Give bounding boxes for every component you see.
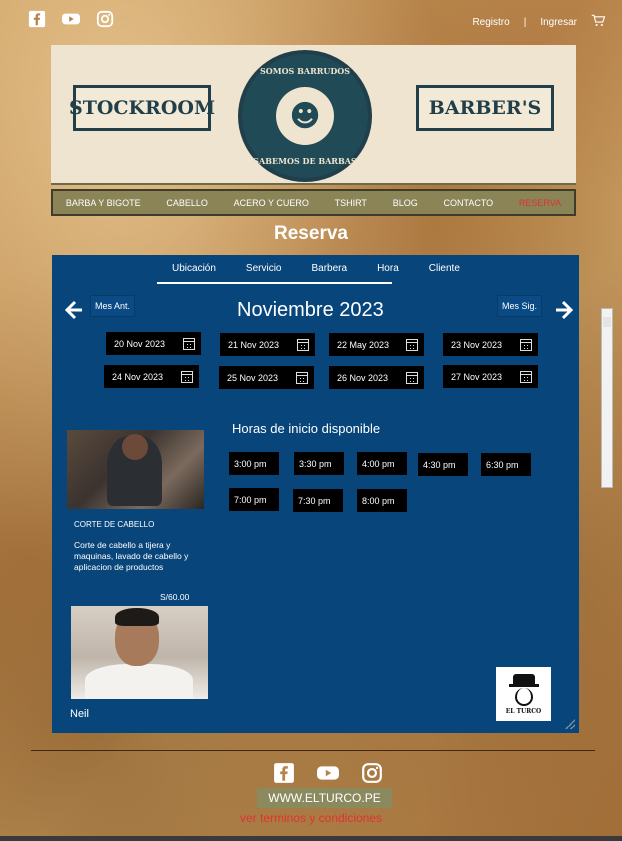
logo-text: EL TURCO [505, 707, 542, 715]
time-slot[interactable]: 4:30 pm [418, 453, 468, 476]
social-links-top [28, 10, 114, 28]
date-option[interactable]: 26 Nov 2023 [329, 366, 424, 389]
arrow-left-icon[interactable] [62, 299, 84, 321]
barber-figure-body [85, 664, 193, 699]
youtube-icon[interactable] [62, 10, 80, 28]
date-label: 20 Nov 2023 [114, 338, 166, 349]
arrow-right-icon[interactable] [554, 299, 576, 321]
service-price: S/60.00 [160, 592, 190, 602]
nav-item-blog[interactable]: BLOG [393, 198, 418, 208]
bearded-man-icon: ☻ [276, 87, 334, 145]
cart-icon[interactable] [591, 13, 606, 31]
page-title: Reserva [274, 223, 348, 244]
hat-icon [512, 673, 535, 684]
site-url-link[interactable]: WWW.ELTURCO.PE [257, 788, 392, 808]
scrollbar[interactable] [601, 308, 613, 488]
main-nav: BARBA Y BIGOTE CABELLO ACERO Y CUERO TSH… [51, 189, 576, 216]
month-title: Noviembre 2023 [237, 299, 384, 321]
date-label: 24 Nov 2023 [112, 371, 164, 382]
date-label: 27 Nov 2023 [451, 371, 503, 382]
time-slot[interactable]: 7:00 pm [229, 488, 279, 511]
barber-badge-logo: SOMOS BARRUDOS ☻ SABEMOS DE BARBAS [238, 50, 372, 182]
date-option[interactable]: 22 May 2023 [329, 333, 424, 356]
el-turco-logo: EL TURCO [496, 667, 551, 721]
auth-links: Registro | Ingresar [472, 13, 606, 31]
hat-brim-icon [508, 683, 539, 687]
calendar-icon [297, 338, 309, 351]
instagram-icon[interactable] [361, 762, 383, 784]
login-link[interactable]: Ingresar [540, 17, 577, 28]
youtube-icon[interactable] [317, 762, 339, 784]
calendar-icon [406, 371, 418, 384]
time-slot[interactable]: 8:00 pm [357, 489, 407, 512]
time-slot[interactable]: 3:00 pm [229, 452, 279, 475]
service-description: Corte de cabello a tijera y maquinas, la… [74, 540, 189, 572]
calendar-icon [183, 337, 195, 350]
bottom-edge-bar [0, 836, 622, 841]
service-name: CORTE DE CABELLO [74, 520, 155, 529]
prev-month-button[interactable]: Mes Ant. [90, 295, 136, 317]
nav-item-barba[interactable]: BARBA Y BIGOTE [66, 198, 141, 208]
scrollbar-thumb[interactable] [603, 317, 611, 327]
date-option[interactable]: 27 Nov 2023 [443, 365, 538, 388]
barber-name: Neil [70, 708, 89, 720]
nav-item-contacto[interactable]: CONTACTO [443, 198, 493, 208]
register-link[interactable]: Registro [472, 17, 509, 28]
barber-figure-hair [115, 608, 159, 626]
date-option[interactable]: 20 Nov 2023 [106, 332, 201, 355]
booking-steps: Ubicación Servicio Barbera Hora Cliente [157, 263, 475, 274]
date-option[interactable]: 25 Nov 2023 [219, 366, 314, 389]
booking-panel: Ubicación Servicio Barbera Hora Cliente … [52, 255, 579, 733]
date-label: 23 Nov 2023 [451, 339, 503, 350]
face-icon [514, 687, 533, 706]
date-label: 21 Nov 2023 [228, 339, 280, 350]
facebook-icon[interactable] [28, 10, 46, 28]
nav-item-cabello[interactable]: CABELLO [166, 198, 208, 208]
date-option[interactable]: 23 Nov 2023 [443, 333, 538, 356]
step-ubicacion[interactable]: Ubicación [157, 263, 231, 274]
badge-bottom-text: SABEMOS DE BARBAS [253, 156, 357, 166]
date-option[interactable]: 24 Nov 2023 [104, 365, 199, 388]
nav-item-acero[interactable]: ACERO Y CUERO [234, 198, 309, 208]
time-slot[interactable]: 6:30 pm [481, 453, 531, 476]
service-figure-head [122, 434, 148, 460]
resize-handle-icon[interactable] [565, 719, 575, 729]
footer-divider [31, 750, 595, 751]
nav-item-tshirt[interactable]: TSHIRT [335, 198, 367, 208]
banner-ribbon-right: BARBER'S [416, 85, 554, 131]
barber-photo[interactable] [71, 606, 208, 699]
instagram-icon[interactable] [96, 10, 114, 28]
badge-top-text: SOMOS BARRUDOS [259, 66, 351, 76]
calendar-icon [296, 371, 308, 384]
service-photo[interactable] [67, 430, 204, 509]
step-cliente[interactable]: Cliente [414, 263, 475, 274]
step-barbera[interactable]: Barbera [297, 263, 363, 274]
hours-title: Horas de inicio disponible [232, 421, 381, 436]
terms-link[interactable]: ver terminos y condiciones [0, 811, 622, 825]
date-option[interactable]: 21 Nov 2023 [220, 333, 315, 356]
calendar-icon [181, 370, 193, 383]
facebook-icon[interactable] [273, 762, 295, 784]
step-hora[interactable]: Hora [362, 263, 414, 274]
date-label: 26 Nov 2023 [337, 372, 389, 383]
time-slot[interactable]: 3:30 pm [294, 452, 344, 475]
social-links-footer [273, 762, 383, 784]
calendar-icon [520, 338, 532, 351]
time-slot[interactable]: 7:30 pm [293, 489, 343, 512]
header-banner: STOCKROOM SOMOS BARRUDOS ☻ SABEMOS DE BA… [51, 45, 576, 185]
calendar-icon [520, 370, 532, 383]
calendar-icon [406, 338, 418, 351]
banner-ribbon-left: STOCKROOM [69, 85, 215, 131]
step-servicio[interactable]: Servicio [231, 263, 297, 274]
next-month-button[interactable]: Mes Sig. [497, 295, 543, 317]
date-label: 25 Nov 2023 [227, 372, 279, 383]
auth-separator: | [523, 16, 527, 28]
time-slot[interactable]: 4:00 pm [357, 452, 407, 475]
date-label: 22 May 2023 [337, 339, 390, 350]
steps-progress-line [157, 282, 392, 284]
nav-item-reserva[interactable]: RESERVA [519, 198, 561, 208]
